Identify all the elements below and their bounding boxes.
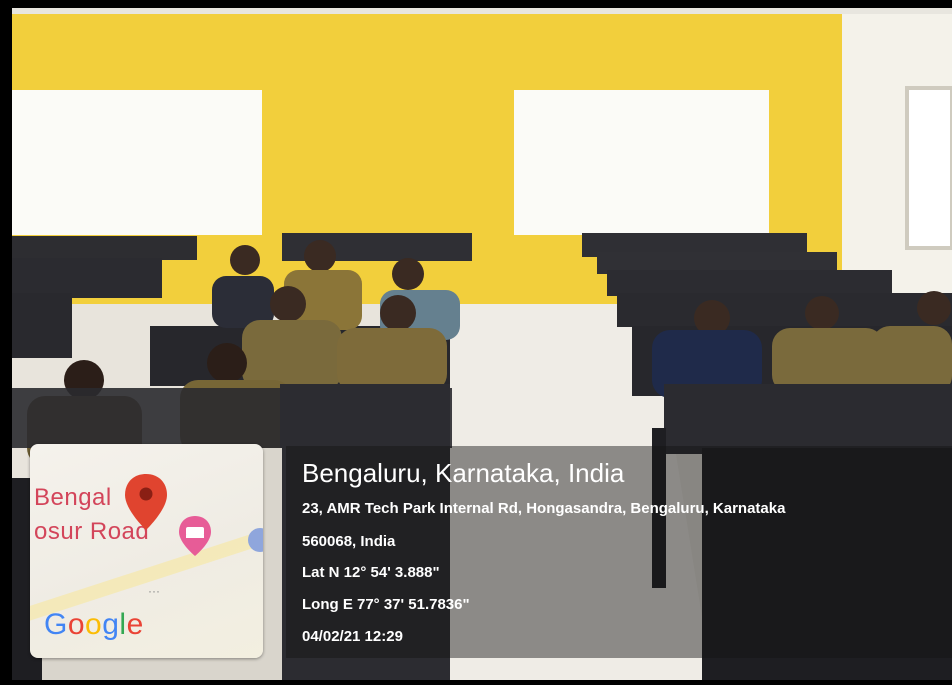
latitude-text: Lat N 12° 54' 3.888" [302, 564, 440, 581]
longitude-text: Long E 77° 37' 51.7836" [302, 596, 470, 613]
photo-frame: Bengal osur Road ··· Google Bengaluru, K… [0, 0, 952, 685]
map-dots: ··· [148, 584, 160, 598]
hotel-bed-icon [179, 516, 211, 556]
google-logo: Google [44, 608, 144, 641]
location-pin-icon [125, 474, 167, 530]
timestamp-text: 04/02/21 12:29 [302, 628, 403, 645]
map-place-label: Bengal [34, 484, 112, 511]
address-line: 23, AMR Tech Park Internal Rd, Hongasand… [302, 500, 786, 517]
postal-line: 560068, India [302, 533, 396, 550]
map-thumbnail[interactable]: Bengal osur Road ··· Google [30, 444, 263, 658]
location-title: Bengaluru, Karnataka, India [302, 458, 625, 488]
